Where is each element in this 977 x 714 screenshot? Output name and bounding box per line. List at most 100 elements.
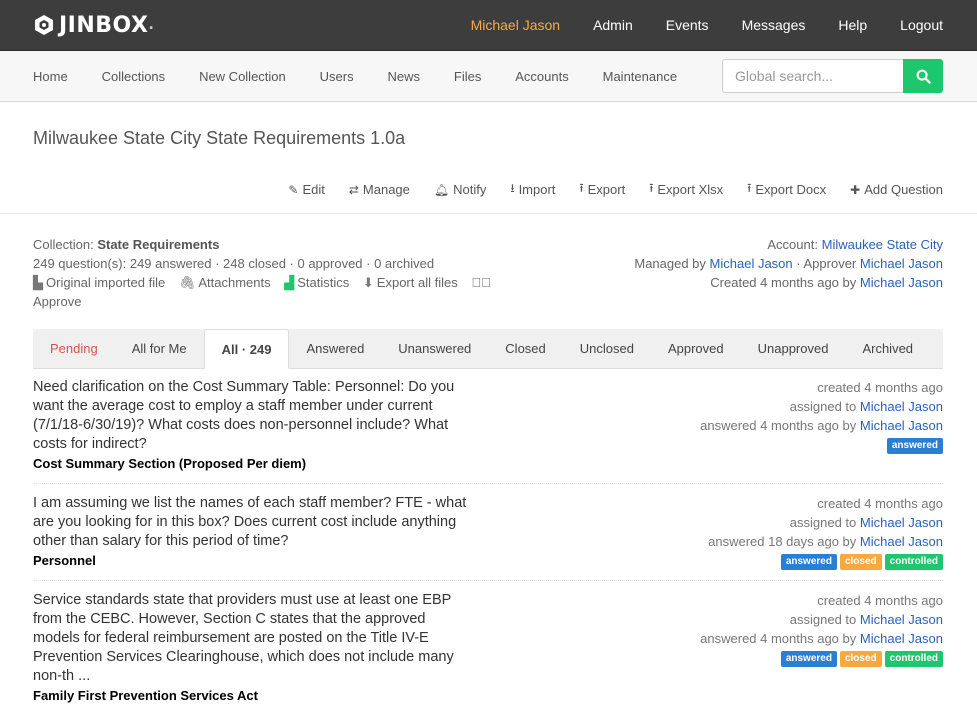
edit-button[interactable]: ✎ Edit (288, 179, 324, 200)
tab-all[interactable]: All · 249 (203, 329, 290, 369)
bar-chart-icon: ▟ (284, 275, 295, 290)
statistics-label: Statistics (297, 275, 350, 290)
manage-label: Manage (362, 182, 410, 197)
created-label: Created 4 months ago by (710, 275, 857, 290)
attachments-link[interactable]: 🖇︎ Attachments (179, 275, 271, 290)
answerer-link[interactable]: Michael Jason (860, 534, 943, 549)
manager-link[interactable]: Michael Jason (710, 256, 793, 271)
account-row: Account: Milwaukee State City (634, 235, 943, 254)
assigned-label: assigned to (789, 399, 857, 414)
question-filter-tabs: Pending All for Me All · 249 Answered Un… (33, 329, 943, 369)
subnav-collections[interactable]: Collections (102, 69, 166, 84)
question-meta: created 4 months ago assigned to Michael… (700, 591, 943, 667)
subnav-users[interactable]: Users (320, 69, 354, 84)
tab-pending[interactable]: Pending (33, 329, 115, 368)
subnav-home[interactable]: Home (33, 69, 68, 84)
import-label: Import (518, 182, 556, 197)
search-button[interactable] (903, 59, 943, 93)
status-badges: answered closed controlled (708, 554, 943, 570)
tab-unclosed[interactable]: Unclosed (563, 329, 651, 368)
subnav-maintenance[interactable]: Maintenance (603, 69, 677, 84)
subnav-files[interactable]: Files (454, 69, 481, 84)
upload-icon: ⭱ (747, 181, 752, 195)
assigned-row: assigned to Michael Jason (700, 610, 943, 629)
plus-icon: ✚ (850, 182, 861, 197)
assigned-row: assigned to Michael Jason (708, 513, 943, 532)
subnav-new-collection[interactable]: New Collection (199, 69, 286, 84)
tab-all-for-me[interactable]: All for Me (115, 329, 204, 368)
approve-check-icon[interactable]: ✓⃝ (471, 275, 491, 290)
secondary-nav: Home Collections New Collection Users Ne… (33, 68, 707, 84)
export-docx-button[interactable]: ⭱ Export Docx (747, 179, 826, 200)
export-xlsx-label: Export Xlsx (657, 182, 724, 197)
answered-row: answered 4 months ago by Michael Jason (700, 629, 943, 648)
tab-unanswered[interactable]: Unanswered (381, 329, 488, 368)
question-item[interactable]: Need clarification on the Cost Summary T… (33, 378, 943, 484)
topnav-user-link[interactable]: Michael Jason (471, 17, 561, 33)
tab-answered[interactable]: Answered (289, 329, 381, 368)
subnav-news[interactable]: News (388, 69, 421, 84)
status-badges: answered (700, 438, 943, 454)
topnav-messages[interactable]: Messages (742, 17, 806, 33)
tab-closed[interactable]: Closed (488, 329, 562, 368)
answerer-link[interactable]: Michael Jason (860, 631, 943, 646)
export-all-files-label: Export all files (376, 275, 458, 290)
question-meta: created 4 months ago assigned to Michael… (700, 378, 943, 454)
status-badges: answered closed controlled (700, 651, 943, 667)
answerer-link[interactable]: Michael Jason (860, 418, 943, 433)
tab-approved[interactable]: Approved (651, 329, 741, 368)
export-xlsx-button[interactable]: ⭱ Export Xlsx (649, 179, 723, 200)
import-button[interactable]: ⭳ Import (510, 179, 555, 200)
topnav-events[interactable]: Events (666, 17, 709, 33)
topnav-logout[interactable]: Logout (900, 17, 943, 33)
collection-name: State Requirements (97, 237, 220, 252)
upload-icon: ⭱ (579, 181, 584, 195)
assignee-link[interactable]: Michael Jason (860, 515, 943, 530)
assignee-link[interactable]: Michael Jason (860, 612, 943, 627)
account-info: Account: Milwaukee State City Managed by… (634, 235, 943, 292)
approver-label: · Approver (796, 256, 857, 271)
add-question-button[interactable]: ✚ Add Question (850, 179, 943, 200)
subnav-accounts[interactable]: Accounts (515, 69, 568, 84)
creator-link[interactable]: Michael Jason (860, 275, 943, 290)
answered-label: answered 18 days ago by (708, 534, 857, 549)
attachments-label: Attachments (198, 275, 271, 290)
statistics-link[interactable]: ▟ Statistics (284, 275, 349, 290)
assigned-label: assigned to (789, 515, 857, 530)
edit-label: Edit (302, 182, 325, 197)
topnav-help[interactable]: Help (838, 17, 867, 33)
tab-unapproved[interactable]: Unapproved (741, 329, 846, 368)
original-file-label: Original imported file (46, 275, 166, 290)
tab-archived[interactable]: Archived (845, 329, 930, 368)
transfer-icon: ⇄ (348, 182, 359, 197)
question-text[interactable]: Need clarification on the Cost Summary T… (33, 378, 473, 454)
add-question-label: Add Question (864, 182, 943, 197)
brand-logo[interactable]: JINBOX. (33, 13, 154, 38)
original-file-link[interactable]: ▙ Original imported file (33, 275, 165, 290)
created-time: created 4 months ago (817, 496, 943, 511)
status-badge-controlled: controlled (884, 651, 943, 667)
question-section: Cost Summary Section (Proposed Per diem) (33, 456, 307, 471)
approve-link[interactable]: Approve (33, 292, 501, 311)
approver-link[interactable]: Michael Jason (860, 256, 943, 271)
assignee-link[interactable]: Michael Jason (860, 399, 943, 414)
account-link[interactable]: Milwaukee State City (822, 237, 943, 252)
topnav-admin[interactable]: Admin (593, 17, 633, 33)
question-stats: 249 question(s): 249 answered · 248 clos… (33, 256, 435, 271)
question-text[interactable]: I am assuming we list the names of each … (33, 494, 473, 551)
question-item[interactable]: I am assuming we list the names of each … (33, 484, 943, 581)
brand-suffix: . (148, 17, 155, 33)
status-badge-answered: answered (780, 651, 837, 667)
edit-icon: ✎ (288, 182, 299, 197)
global-search-input[interactable] (722, 59, 903, 93)
collection-actions: ✎ Edit ⇄ Manage 🔔︎ Notify ⭳ Import ⭱ Export ⭱… (264, 179, 943, 200)
question-item[interactable]: Service standards state that providers m… (33, 581, 943, 705)
export-button[interactable]: ⭱ Export (579, 179, 625, 200)
export-label: Export (587, 182, 626, 197)
manage-button[interactable]: ⇄ Manage (349, 179, 410, 200)
export-all-files-link[interactable]: ⬇ Export all files (363, 275, 458, 290)
notify-button[interactable]: 🔔︎ Notify (434, 179, 486, 200)
question-text[interactable]: Service standards state that providers m… (33, 591, 473, 686)
question-meta: created 4 months ago assigned to Michael… (708, 494, 943, 570)
upload-icon: ⭱ (649, 181, 654, 195)
